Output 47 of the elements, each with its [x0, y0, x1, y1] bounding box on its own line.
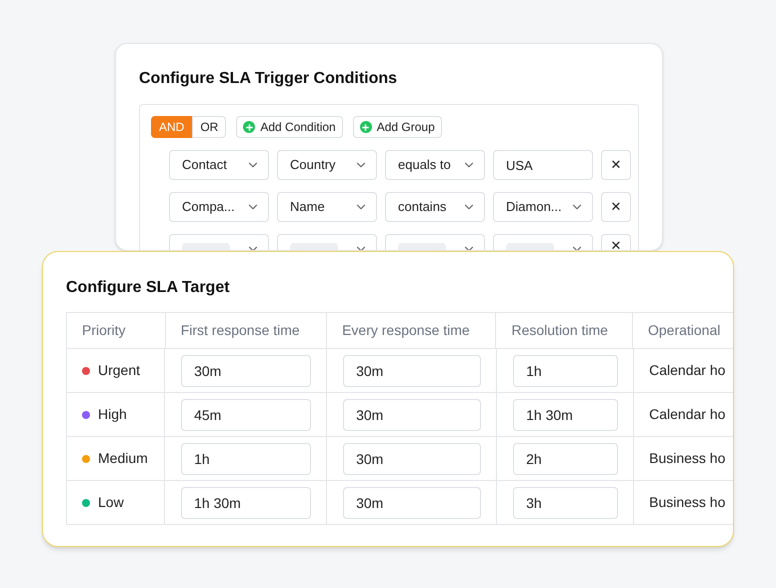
column-header: Operational — [646, 321, 722, 340]
remove-button[interactable]: ✕ — [601, 192, 631, 222]
table-cell-text: Business ho — [648, 449, 726, 468]
dropdown[interactable]: Compa... — [169, 192, 269, 222]
time-input[interactable]: 1h — [513, 354, 618, 386]
dropdown[interactable]: contains — [385, 192, 485, 222]
add-button[interactable]: Add Condition — [236, 116, 343, 138]
remove-button[interactable]: ✕ — [601, 234, 631, 250]
add-button[interactable]: Add Group — [352, 116, 442, 138]
dropdown[interactable] — [277, 234, 377, 250]
plus-icon — [360, 121, 372, 133]
time-input[interactable]: 30m — [343, 442, 482, 474]
time-input[interactable]: 30m — [343, 398, 482, 430]
dropdown[interactable]: Country — [277, 150, 377, 180]
dropdown[interactable] — [385, 234, 485, 250]
dropdown[interactable]: Diamon... — [493, 192, 593, 222]
dropdown[interactable] — [169, 234, 269, 250]
dropdown[interactable]: Name — [277, 192, 377, 222]
table-cell-text: Calendar ho — [648, 405, 726, 424]
table-cell-text: Business ho — [648, 493, 726, 512]
column-header: Resolution time — [496, 313, 633, 348]
priority-label: Medium — [98, 449, 148, 468]
remove-button[interactable]: ✕ — [601, 150, 631, 180]
priority-label: Low — [98, 493, 124, 512]
column-header: First response time — [166, 313, 328, 348]
time-input[interactable]: 1h 30m — [513, 398, 618, 430]
logic-toggle[interactable]: OR — [192, 116, 226, 138]
column-header: Priority — [67, 313, 166, 348]
dropdown[interactable]: Contact — [169, 150, 269, 180]
time-input[interactable]: 45m — [181, 398, 312, 430]
card-title: Configure SLA Target — [66, 278, 231, 298]
time-input[interactable]: 1h 30m — [181, 486, 312, 518]
dropdown[interactable] — [493, 234, 593, 250]
time-input[interactable]: 30m — [343, 486, 482, 518]
time-input[interactable]: 30m — [343, 354, 482, 386]
time-input[interactable]: 30m — [181, 354, 312, 386]
input-field[interactable]: USA — [493, 150, 593, 180]
time-input[interactable]: 2h — [513, 442, 618, 474]
priority-label: Urgent — [98, 361, 140, 380]
column-header: Every response time — [327, 313, 496, 348]
table-cell-text: Calendar ho — [648, 361, 726, 380]
time-input[interactable]: 1h — [181, 442, 312, 474]
card-title: Configure SLA Trigger Conditions — [139, 69, 398, 89]
plus-icon — [243, 121, 256, 133]
priority-label: High — [98, 405, 127, 424]
time-input[interactable]: 3h — [513, 486, 618, 518]
dropdown[interactable]: equals to — [385, 150, 485, 180]
